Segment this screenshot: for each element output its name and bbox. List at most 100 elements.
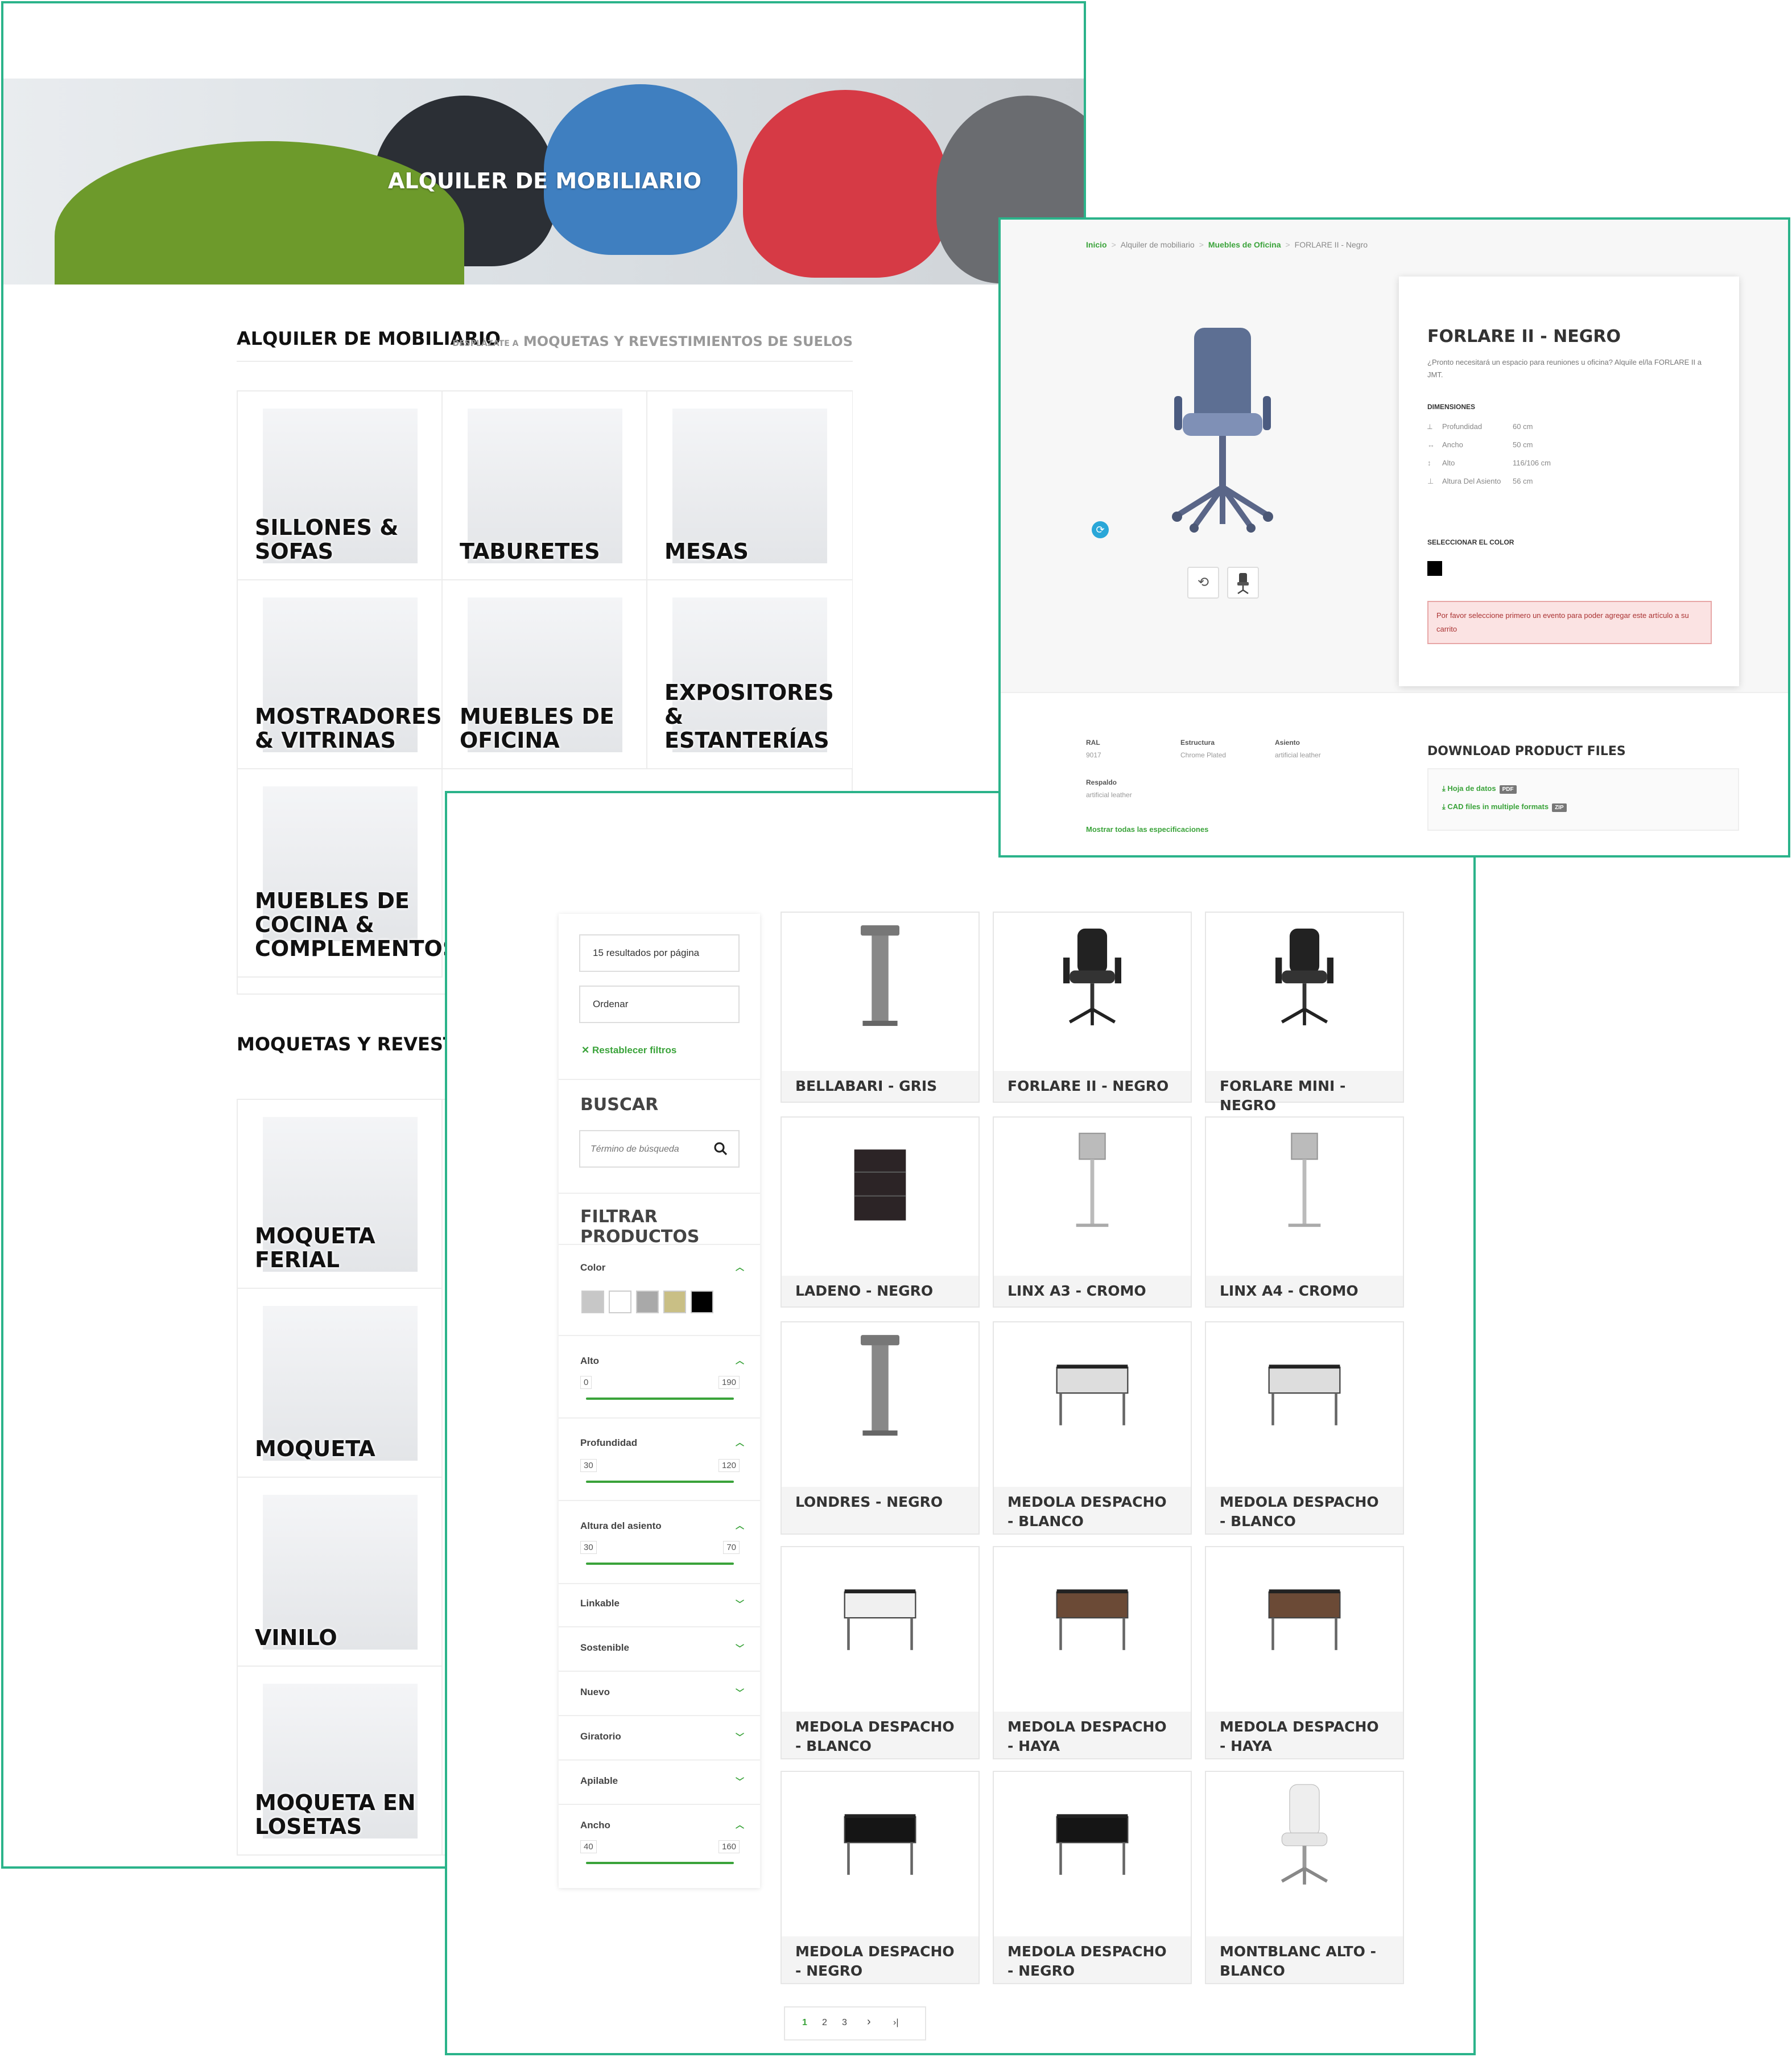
divider xyxy=(559,1759,760,1761)
divider xyxy=(559,1335,760,1336)
product-card[interactable]: MEDOLA DESPACHO - HAYA xyxy=(1205,1546,1404,1759)
flooring-card[interactable]: MOQUETA EN LOSETAS xyxy=(238,1667,443,1856)
product-card[interactable]: MEDOLA DESPACHO - BLANCO xyxy=(781,1546,980,1759)
product-card[interactable]: BELLABARI - GRIS xyxy=(781,912,980,1103)
range-slider[interactable]: 30 70 xyxy=(580,1541,740,1569)
office-chair-icon xyxy=(1063,928,1121,1025)
chevron-up-icon[interactable]: ︿ xyxy=(736,1261,744,1273)
chevron-down-icon[interactable]: ﹀ xyxy=(736,1731,744,1743)
page-link[interactable]: 2 xyxy=(822,2018,827,2028)
product-card[interactable]: LINX A4 - CROMO xyxy=(1205,1116,1404,1308)
desk-icon xyxy=(1268,1365,1341,1425)
search-icon[interactable] xyxy=(712,1140,729,1158)
product-card[interactable]: LINX A3 - CROMO xyxy=(993,1116,1192,1308)
range-min[interactable]: 0 xyxy=(580,1376,592,1389)
search-input[interactable] xyxy=(591,1141,704,1157)
product-card[interactable]: MONTBLANC ALTO - BLANCO xyxy=(1205,1771,1404,1984)
color-swatch[interactable] xyxy=(636,1291,659,1313)
flooring-card[interactable]: VINILO xyxy=(238,1478,443,1667)
view-360-icon[interactable]: ⟳ xyxy=(1092,521,1109,538)
category-card[interactable]: SILLONES & SOFAS xyxy=(238,391,443,580)
height-icon: ↕ xyxy=(1427,459,1431,467)
filter-toggle-label[interactable]: Sostenible xyxy=(580,1642,629,1654)
range-slider[interactable]: 40 160 xyxy=(580,1840,740,1869)
product-name: LINX A3 - CROMO xyxy=(994,1276,1191,1306)
next-page-icon[interactable]: › xyxy=(867,2015,871,2029)
dimension-key: Alto xyxy=(1442,459,1455,467)
range-track xyxy=(586,1563,734,1565)
filter-toggle-label[interactable]: Nuevo xyxy=(580,1687,610,1698)
divider xyxy=(559,1804,760,1805)
product-image xyxy=(994,1772,1191,1936)
filter-toggle-label[interactable]: Linkable xyxy=(580,1598,620,1609)
category-card[interactable]: EXPOSITORES & ESTANTERÍAS xyxy=(647,580,852,769)
range-min[interactable]: 30 xyxy=(580,1459,597,1472)
category-card[interactable]: MOSTRADORES & VITRINAS xyxy=(238,580,443,769)
product-card[interactable]: FORLARE MINI - NEGRO xyxy=(1205,912,1404,1114)
chevron-up-icon[interactable]: ︿ xyxy=(736,1819,744,1831)
reset-filters-link[interactable]: ✕ Restablecer filtros xyxy=(581,1045,676,1056)
show-all-specs-link[interactable]: Mostrar todas las especificaciones xyxy=(1086,825,1208,834)
per-page-select[interactable]: 15 resultados por página xyxy=(579,934,740,972)
range-slider[interactable]: 30 120 xyxy=(580,1459,740,1487)
color-swatch-black[interactable] xyxy=(1427,561,1442,576)
range-max[interactable]: 70 xyxy=(723,1541,740,1554)
filter-toggle-label[interactable]: Apilable xyxy=(580,1775,618,1787)
flooring-card[interactable]: MOQUETA xyxy=(238,1289,443,1478)
range-slider[interactable]: 0 190 xyxy=(580,1376,740,1404)
product-card[interactable]: MEDOLA DESPACHO - BLANCO xyxy=(993,1321,1192,1535)
scroll-to-link[interactable]: DESPLÁZATE A MOQUETAS Y REVESTIMIENTOS D… xyxy=(452,333,853,349)
spec-value: Chrome Plated xyxy=(1180,751,1227,759)
page-link[interactable]: 3 xyxy=(842,2018,847,2028)
product-card[interactable]: LADENO - NEGRO xyxy=(781,1116,980,1308)
category-card[interactable]: MUEBLES DE COCINA & COMPLEMENTOS xyxy=(238,769,458,978)
download-label: CAD files in multiple formats xyxy=(1447,802,1549,811)
product-card[interactable]: MEDOLA DESPACHO - NEGRO xyxy=(781,1771,980,1984)
product-thumb[interactable] xyxy=(1227,567,1259,599)
product-card[interactable]: MEDOLA DESPACHO - BLANCO xyxy=(1205,1321,1404,1535)
chevron-down-icon[interactable]: ﹀ xyxy=(736,1775,744,1787)
range-max[interactable]: 160 xyxy=(718,1840,740,1853)
download-link[interactable]: ⤓ CAD files in multiple formats ZIP xyxy=(1442,802,1567,812)
product-name: MEDOLA DESPACHO - BLANCO xyxy=(994,1487,1191,1534)
chevron-down-icon[interactable]: ﹀ xyxy=(736,1642,744,1654)
breadcrumb-link[interactable]: Muebles de Oficina xyxy=(1208,240,1281,249)
product-name: LONDRES - NEGRO xyxy=(782,1487,978,1534)
flooring-card[interactable]: MOQUETA FERIAL xyxy=(238,1100,443,1289)
product-card[interactable]: LONDRES - NEGRO xyxy=(781,1321,980,1535)
breadcrumb-link[interactable]: Inicio xyxy=(1086,240,1107,249)
range-max[interactable]: 120 xyxy=(718,1459,740,1472)
divider xyxy=(559,1417,760,1419)
color-swatch[interactable] xyxy=(691,1291,713,1313)
rotate-thumb-icon[interactable]: ⟲ xyxy=(1187,567,1219,599)
chevron-up-icon[interactable]: ︿ xyxy=(736,1436,744,1448)
product-card[interactable]: FORLARE II - NEGRO xyxy=(993,912,1192,1103)
downloads-title: DOWNLOAD PRODUCT FILES xyxy=(1427,744,1626,759)
color-swatch[interactable] xyxy=(609,1291,631,1313)
category-card[interactable]: MESAS xyxy=(647,391,852,580)
last-page-icon[interactable]: ›| xyxy=(893,2018,898,2028)
category-card[interactable]: MUEBLES DE OFICINA xyxy=(443,580,647,769)
chevron-up-icon[interactable]: ︿ xyxy=(736,1354,744,1366)
sort-select[interactable]: Ordenar xyxy=(579,986,740,1023)
chevron-down-icon[interactable]: ﹀ xyxy=(736,1687,744,1699)
download-link[interactable]: ⤓ Hoja de datos PDF xyxy=(1442,784,1517,794)
filter-toggle-label[interactable]: Giratorio xyxy=(580,1731,621,1742)
download-label: Hoja de datos xyxy=(1447,784,1496,793)
range-min[interactable]: 40 xyxy=(580,1840,597,1853)
category-card[interactable]: TABURETES xyxy=(443,391,647,580)
range-max[interactable]: 190 xyxy=(718,1376,740,1389)
color-swatch[interactable] xyxy=(581,1291,604,1313)
chevron-down-icon[interactable]: ﹀ xyxy=(736,1598,744,1610)
product-card[interactable]: MEDOLA DESPACHO - NEGRO xyxy=(993,1771,1192,1984)
color-swatch[interactable] xyxy=(663,1291,686,1313)
page-link-current[interactable]: 1 xyxy=(802,2018,807,2028)
chevron-up-icon[interactable]: ︿ xyxy=(736,1519,744,1531)
range-min[interactable]: 30 xyxy=(580,1541,597,1554)
divider xyxy=(559,1079,760,1080)
product-image xyxy=(1206,913,1403,1071)
spec-key: Asiento xyxy=(1275,739,1300,747)
breadcrumb-link[interactable]: Alquiler de mobiliario xyxy=(1121,240,1195,249)
breadcrumb-separator: > xyxy=(1199,240,1204,249)
product-card[interactable]: MEDOLA DESPACHO - HAYA xyxy=(993,1546,1192,1759)
